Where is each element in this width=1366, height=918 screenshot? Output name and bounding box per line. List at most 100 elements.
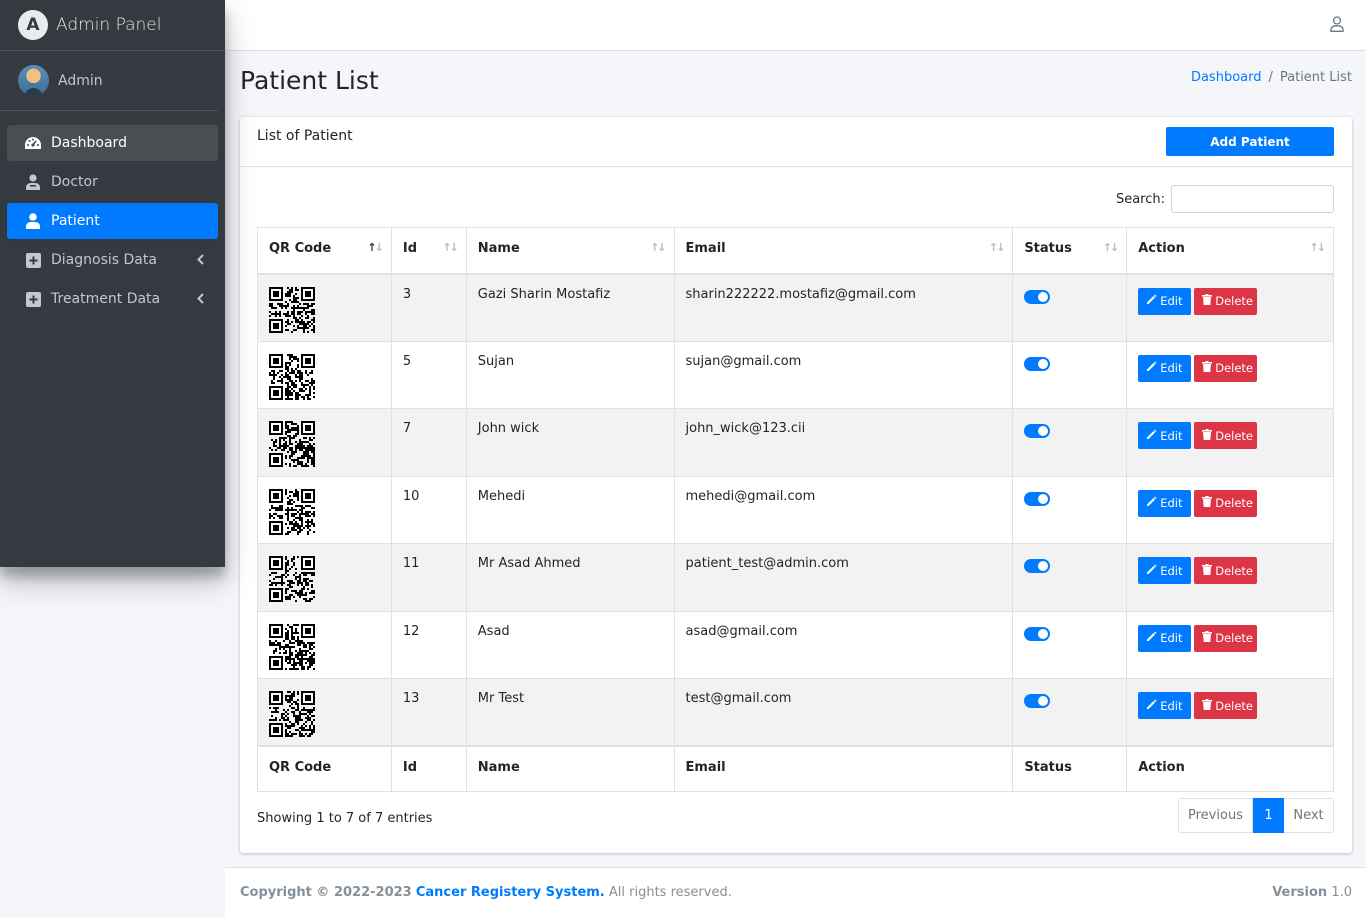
chevron-left-icon [197,292,204,308]
status-cell [1012,475,1128,544]
pagination: Previous 1 Next [1178,798,1334,833]
qr-code-cell [257,475,392,544]
patient-id: 10 [390,475,467,544]
status-cell [1012,678,1128,747]
patient-id: 13 [390,678,467,747]
user-md-icon [24,174,42,190]
edit-button[interactable]: Edit [1138,692,1192,719]
delete-button[interactable]: Delete [1194,489,1258,517]
footer-header-action: Action [1126,745,1334,792]
patient-name: Mehedi [465,475,675,544]
breadcrumb-dashboard-link[interactable]: Dashboard [1191,70,1262,85]
delete-button[interactable]: Delete [1194,354,1258,382]
edit-button[interactable]: Edit [1138,557,1192,584]
sidebar-item-treatment-data[interactable]: Treatment Data [7,281,218,317]
patient-email: john_wick@123.cii [673,408,1014,477]
user-panel[interactable]: Admin [0,51,218,111]
brand-link[interactable]: A Admin Panel [0,0,225,51]
top-navbar [225,0,1366,51]
patient-name: John wick [465,408,675,477]
delete-button[interactable]: Delete [1194,422,1258,449]
patient-id: 3 [390,273,467,342]
edit-button[interactable]: Edit [1138,354,1192,382]
search-input[interactable] [1171,185,1334,213]
trash-icon [1202,361,1215,375]
sidebar-item-diagnosis-data[interactable]: Diagnosis Data [7,242,218,278]
table-row: 10 Mehedi mehedi@gmail.com Edit Delete [257,475,1334,544]
trash-icon [1202,563,1215,578]
patient-id: 11 [390,543,467,612]
status-toggle[interactable] [1024,356,1051,371]
column-header-action[interactable]: Action ↑↓ [1126,227,1334,275]
add-patient-button[interactable]: Add Patient [1166,127,1334,156]
qr-code-cell [257,340,392,409]
pencil-icon [1146,699,1160,713]
patient-table: QR Code ↑↓ Id ↑↓ Name ↑↓ Email ↑↓ Status ↑↓ A… [257,227,1334,792]
brand-logo: A [18,10,48,40]
edit-button[interactable]: Edit [1138,422,1192,449]
pencil-icon [1146,294,1160,308]
action-cell: Edit Delete [1126,543,1334,612]
sidebar-item-dashboard[interactable]: Dashboard [7,125,218,161]
edit-button[interactable]: Edit [1138,489,1192,517]
breadcrumb-current: Patient List [1279,70,1352,85]
status-toggle[interactable] [1024,626,1051,641]
chevron-left-icon [197,253,204,269]
sidebar: A Admin Panel Admin Dashboard Doctor Pat… [0,0,225,567]
table-row: 3 Gazi Sharin Mostafiz sharin222222.mostaf… [257,273,1334,342]
avatar [18,65,49,96]
user-name: Admin [58,72,103,89]
action-cell: Edit Delete [1126,475,1334,544]
column-header-status[interactable]: Status ↑↓ [1012,227,1128,275]
status-toggle[interactable] [1024,559,1051,573]
status-toggle[interactable] [1024,491,1051,506]
delete-button[interactable]: Delete [1194,287,1258,315]
column-header-email[interactable]: Email ↑↓ [673,227,1014,275]
footer-header-status: Status [1012,745,1128,792]
footer-header-id: Id [390,745,467,792]
sort-icon: ↑↓ [1309,241,1327,254]
patient-list-card: List of Patient Add Patient Search: QR C… [240,117,1352,853]
sort-icon: ↑↓ [1102,241,1120,254]
pencil-icon [1146,631,1160,645]
trash-icon [1202,428,1215,443]
sidebar-item-patient[interactable]: Patient [7,203,218,239]
tachometer-icon [24,135,42,151]
patient-email: test@gmail.com [673,678,1014,747]
column-header-qr-code[interactable]: QR Code ↑↓ [257,227,392,275]
pagination-previous[interactable]: Previous [1178,798,1253,833]
status-cell [1012,408,1128,477]
pagination-page-1[interactable]: 1 [1253,798,1284,833]
card-header: List of Patient Add Patient [240,117,1352,167]
sidebar-item-label: Dashboard [51,135,127,151]
qr-code-cell [257,408,392,477]
delete-button[interactable]: Delete [1194,624,1258,652]
column-header-name[interactable]: Name ↑↓ [465,227,675,275]
sidebar-item-doctor[interactable]: Doctor [7,164,218,200]
patient-email: asad@gmail.com [673,610,1014,679]
plus-square-icon [24,252,42,268]
pagination-next[interactable]: Next [1284,798,1334,833]
status-toggle[interactable] [1024,289,1051,304]
delete-button[interactable]: Delete [1194,692,1258,719]
action-cell: Edit Delete [1126,610,1334,679]
table-row: 7 John wick john_wick@123.cii Edit Delete [257,408,1334,477]
status-toggle[interactable] [1024,694,1051,708]
sidebar-item-label: Doctor [51,174,98,190]
trash-icon [1202,496,1215,510]
action-cell: Edit Delete [1126,408,1334,477]
qr-code-image [269,286,315,333]
plus-square-icon [24,291,42,307]
column-header-id[interactable]: Id ↑↓ [390,227,467,275]
qr-code-image [269,488,315,535]
delete-button[interactable]: Delete [1194,557,1258,584]
footer-system-link[interactable]: Cancer Registery System. [416,885,605,900]
search-row: Search: [1116,185,1334,213]
user-menu-icon[interactable] [1330,16,1344,36]
edit-button[interactable]: Edit [1138,624,1192,652]
edit-button[interactable]: Edit [1138,287,1192,315]
pencil-icon [1146,496,1160,510]
footer-header-name: Name [465,745,675,792]
status-toggle[interactable] [1024,424,1051,438]
page-title: Patient List [240,66,379,95]
